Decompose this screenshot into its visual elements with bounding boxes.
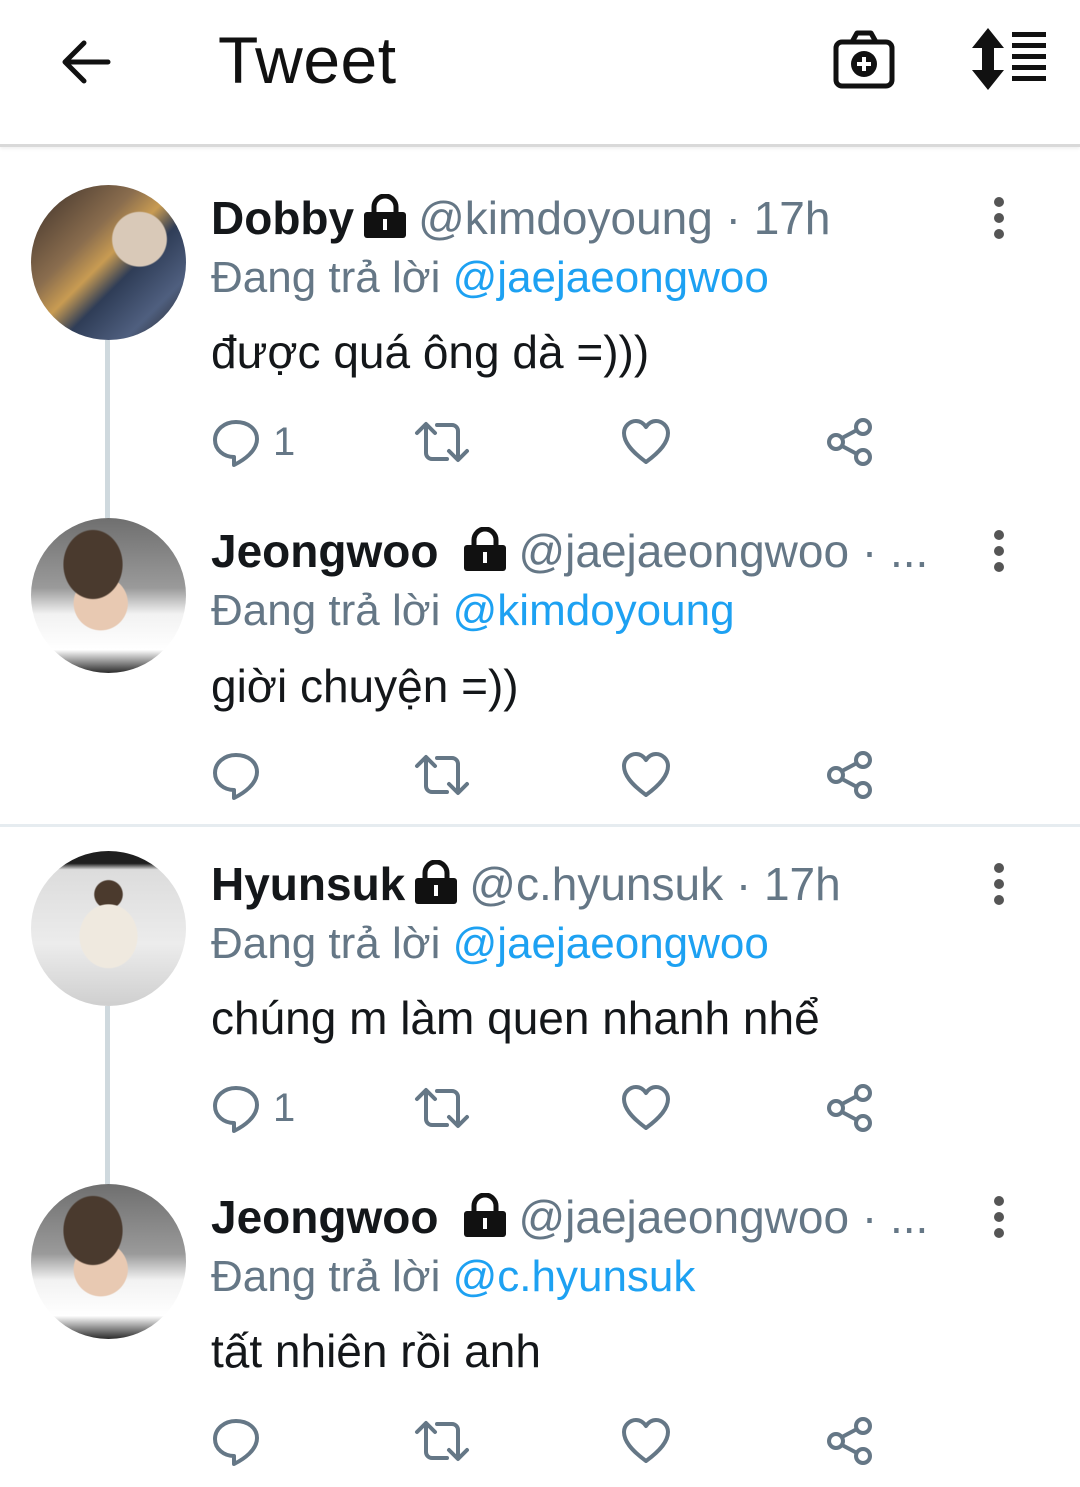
retweet-icon <box>415 1421 469 1461</box>
avatar[interactable] <box>31 851 186 1006</box>
like-button[interactable] <box>621 414 671 470</box>
lock-icon <box>364 194 407 238</box>
reply-icon <box>213 753 259 800</box>
display-name[interactable]: Jeongwoo <box>211 525 438 577</box>
retweet-button[interactable] <box>413 414 471 470</box>
share-icon <box>827 1084 872 1132</box>
heart-icon <box>622 752 670 797</box>
replying-to-label: Đang trả lời <box>211 586 441 635</box>
timestamp: · 17h <box>712 192 831 244</box>
lock-icon <box>415 860 458 904</box>
page-title: Tweet <box>218 23 397 97</box>
avatar[interactable] <box>31 185 186 340</box>
tweet-text: giời chuyện =)) <box>211 660 519 712</box>
retweet-button[interactable] <box>413 1080 471 1136</box>
reply-icon <box>213 1086 259 1133</box>
thread-connector <box>105 1006 110 1184</box>
heart-icon <box>622 1418 670 1463</box>
sort-list-icon[interactable] <box>970 28 1048 90</box>
thread-divider <box>0 824 1080 827</box>
user-handle[interactable]: @jaejaeongwoo <box>518 1191 849 1243</box>
tweet-actions: 1 <box>211 414 911 470</box>
replying-to-label: Đang trả lời <box>211 919 441 968</box>
user-handle[interactable]: @c.hyunsuk <box>469 858 723 910</box>
replying-to: Đang trả lời @kimdoyoung <box>211 583 735 639</box>
user-handle[interactable]: @jaejaeongwoo <box>518 525 849 577</box>
replying-to-label: Đang trả lời <box>211 253 441 302</box>
tweet-actions <box>211 1413 911 1469</box>
replying-to: Đang trả lời @c.hyunsuk <box>211 1249 695 1305</box>
share-button[interactable] <box>825 747 875 803</box>
reply-button[interactable] <box>211 747 273 803</box>
timestamp: · 17h <box>723 858 841 910</box>
top-app-bar: Tweet <box>0 0 1080 147</box>
thread-connector <box>105 340 110 518</box>
replying-to: Đang trả lời @jaejaeongwoo <box>211 916 769 972</box>
reply-button[interactable] <box>211 1413 273 1469</box>
mention-link[interactable]: @jaejaeongwoo <box>453 253 769 302</box>
retweet-button[interactable] <box>413 1413 471 1469</box>
retweet-icon <box>415 755 469 795</box>
reply-icon <box>213 1419 259 1466</box>
tweet-header: Jeongwoo @jaejaeongwoo · ... <box>211 523 928 579</box>
mention-link[interactable]: @kimdoyoung <box>453 586 735 635</box>
tweet-actions <box>211 747 911 803</box>
share-button[interactable] <box>825 1413 875 1469</box>
share-icon <box>827 1417 872 1465</box>
heart-icon <box>622 419 670 464</box>
retweet-button[interactable] <box>413 747 471 803</box>
share-icon <box>827 751 872 799</box>
arrow-left-icon[interactable] <box>56 32 116 92</box>
like-button[interactable] <box>621 747 671 803</box>
tweet-header: Hyunsuk @c.hyunsuk · 17h <box>211 856 841 912</box>
reply-count: 1 <box>273 1085 296 1130</box>
like-button[interactable] <box>621 1413 671 1469</box>
mention-link[interactable]: @jaejaeongwoo <box>453 919 769 968</box>
replying-to: Đang trả lời @jaejaeongwoo <box>211 250 769 306</box>
retweet-icon <box>415 1088 469 1128</box>
avatar[interactable] <box>31 1184 186 1339</box>
user-handle[interactable]: @kimdoyoung <box>418 192 713 244</box>
display-name[interactable]: Jeongwoo <box>211 1191 438 1243</box>
mention-link[interactable]: @c.hyunsuk <box>453 1252 696 1301</box>
share-button[interactable] <box>825 1080 875 1136</box>
lock-icon <box>464 527 507 571</box>
display-name[interactable]: Hyunsuk <box>211 858 405 910</box>
replying-to-label: Đang trả lời <box>211 1252 441 1301</box>
lock-icon <box>464 1193 507 1237</box>
camera-plus-icon[interactable] <box>832 28 896 92</box>
tweet-text: tất nhiên rồi anh <box>211 1325 541 1377</box>
timestamp: · ... <box>849 1191 929 1243</box>
reply-button[interactable]: 1 <box>211 1080 295 1136</box>
display-name[interactable]: Dobby <box>211 192 354 244</box>
reply-button[interactable]: 1 <box>211 414 295 470</box>
more-vertical-icon[interactable] <box>984 527 1014 575</box>
tweet-header: Jeongwoo @jaejaeongwoo · ... <box>211 1189 928 1245</box>
more-vertical-icon[interactable] <box>984 860 1014 908</box>
tweet-actions: 1 <box>211 1080 911 1136</box>
heart-icon <box>622 1085 670 1130</box>
like-button[interactable] <box>621 1080 671 1136</box>
timestamp: · ... <box>849 525 929 577</box>
avatar[interactable] <box>31 518 186 673</box>
retweet-icon <box>415 422 469 462</box>
tweet-text: chúng m làm quen nhanh nhể <box>211 992 820 1044</box>
more-vertical-icon[interactable] <box>984 1193 1014 1241</box>
tweet-header: Dobby @kimdoyoung · 17h <box>211 190 830 246</box>
more-vertical-icon[interactable] <box>984 194 1014 242</box>
share-icon <box>827 418 872 466</box>
reply-icon <box>213 420 259 467</box>
tweet-text: được quá ông dà =))) <box>211 326 650 378</box>
share-button[interactable] <box>825 414 875 470</box>
reply-count: 1 <box>273 419 296 464</box>
